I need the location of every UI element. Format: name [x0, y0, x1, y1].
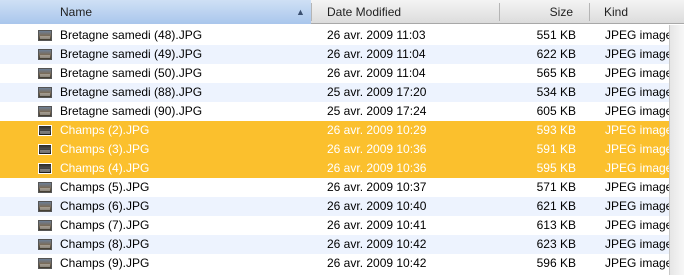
file-kind: JPEG image: [605, 237, 673, 251]
file-row[interactable]: Champs (2).JPG 26 avr. 2009 10:29 593 KB JP…: [0, 121, 684, 140]
date-modified: 26 avr. 2009 11:04: [327, 66, 426, 80]
image-thumbnail-icon: [38, 258, 52, 269]
date-modified: 26 avr. 2009 10:29: [327, 123, 427, 137]
file-row[interactable]: Bretagne samedi (49).JPG 26 avr. 2009 11:…: [0, 45, 684, 64]
file-size: 613 KB: [536, 218, 576, 232]
file-name: Bretagne samedi (48).JPG: [60, 28, 203, 42]
file-kind: JPEG image: [605, 180, 673, 194]
file-name: Champs (5).JPG: [60, 180, 150, 194]
file-name: Champs (3).JPG: [60, 142, 150, 156]
file-kind: JPEG image: [605, 161, 673, 175]
file-name: Bretagne samedi (49).JPG: [60, 47, 203, 61]
file-row[interactable]: Champs (7).JPG 26 avr. 2009 10:41 613 KB JP…: [0, 216, 684, 235]
file-size: 591 KB: [536, 142, 576, 156]
column-header-name-label: Name: [60, 5, 93, 19]
date-modified: 26 avr. 2009 10:40: [327, 199, 427, 213]
image-thumbnail-icon: [38, 68, 52, 79]
file-row[interactable]: Champs (8).JPG 26 avr. 2009 10:42 623 KB JP…: [0, 235, 684, 254]
file-size: 623 KB: [536, 237, 576, 251]
image-thumbnail-icon: [38, 144, 52, 155]
file-kind: JPEG image: [605, 47, 673, 61]
file-row[interactable]: Champs (5).JPG 26 avr. 2009 10:37 571 KB JP…: [0, 178, 684, 197]
file-row[interactable]: Champs (6).JPG 26 avr. 2009 10:40 621 KB JP…: [0, 197, 684, 216]
vertical-scrollbar[interactable]: [669, 25, 684, 275]
column-header-size-label: Size: [549, 5, 573, 19]
file-kind: JPEG image: [605, 256, 673, 270]
column-header-date-modified[interactable]: Date Modified: [312, 0, 499, 24]
file-row[interactable]: Bretagne samedi (48).JPG 26 avr. 2009 11:…: [0, 26, 684, 45]
file-name: Champs (8).JPG: [60, 237, 150, 251]
file-size: 551 KB: [536, 28, 576, 42]
file-kind: JPEG image: [605, 123, 673, 137]
date-modified: 26 avr. 2009 10:42: [327, 237, 427, 251]
file-name: Bretagne samedi (50).JPG: [60, 66, 203, 80]
column-header-kind[interactable]: Kind: [590, 0, 684, 24]
image-thumbnail-icon: [38, 30, 52, 41]
file-kind: JPEG image: [605, 142, 673, 156]
file-row[interactable]: Bretagne samedi (50).JPG 26 avr. 2009 11:…: [0, 64, 684, 83]
file-row[interactable]: Bretagne samedi (90).JPG 25 avr. 2009 17:…: [0, 102, 684, 121]
image-thumbnail-icon: [38, 220, 52, 231]
date-modified: 26 avr. 2009 10:41: [327, 218, 427, 232]
file-name: Champs (4).JPG: [60, 161, 150, 175]
date-modified: 26 avr. 2009 11:04: [327, 47, 426, 61]
file-name: Champs (7).JPG: [60, 218, 150, 232]
file-row[interactable]: Champs (4).JPG 26 avr. 2009 10:36 595 KB JP…: [0, 159, 684, 178]
column-header-date-label: Date Modified: [327, 5, 402, 19]
file-size: 593 KB: [536, 123, 576, 137]
date-modified: 26 avr. 2009 10:36: [327, 161, 427, 175]
date-modified: 26 avr. 2009 10:36: [327, 142, 427, 156]
file-size: 595 KB: [536, 161, 576, 175]
file-name: Champs (9).JPG: [60, 256, 150, 270]
image-thumbnail-icon: [38, 49, 52, 60]
file-size: 605 KB: [536, 104, 576, 118]
column-header-name[interactable]: Name ▲: [0, 0, 311, 24]
image-thumbnail-icon: [38, 87, 52, 98]
file-name: Champs (6).JPG: [60, 199, 150, 213]
file-name: Bretagne samedi (88).JPG: [60, 85, 203, 99]
file-kind: JPEG image: [605, 199, 673, 213]
image-thumbnail-icon: [38, 106, 52, 117]
file-size: 571 KB: [536, 180, 576, 194]
file-name: Bretagne samedi (90).JPG: [60, 104, 203, 118]
image-thumbnail-icon: [38, 182, 52, 193]
file-size: 565 KB: [536, 66, 576, 80]
date-modified: 26 avr. 2009 10:42: [327, 256, 427, 270]
file-size: 621 KB: [536, 199, 576, 213]
file-kind: JPEG image: [605, 218, 673, 232]
image-thumbnail-icon: [38, 163, 52, 174]
date-modified: 26 avr. 2009 11:03: [327, 28, 426, 42]
image-thumbnail-icon: [38, 201, 52, 212]
file-kind: JPEG image: [605, 28, 673, 42]
image-thumbnail-icon: [38, 239, 52, 250]
file-kind: JPEG image: [605, 104, 673, 118]
date-modified: 25 avr. 2009 17:20: [327, 85, 427, 99]
file-row[interactable]: Champs (3).JPG 26 avr. 2009 10:36 591 KB JP…: [0, 140, 684, 159]
date-modified: 25 avr. 2009 17:24: [327, 104, 427, 118]
column-header-kind-label: Kind: [604, 5, 629, 19]
file-size: 534 KB: [536, 85, 576, 99]
file-row[interactable]: Bretagne samedi (88).JPG 25 avr. 2009 17:…: [0, 83, 684, 102]
file-row[interactable]: Champs (9).JPG 26 avr. 2009 10:42 596 KB JP…: [0, 254, 684, 273]
image-thumbnail-icon: [38, 125, 52, 136]
date-modified: 26 avr. 2009 10:37: [327, 180, 427, 194]
file-size: 622 KB: [536, 47, 576, 61]
file-kind: JPEG image: [605, 66, 673, 80]
sort-ascending-icon: ▲: [296, 7, 305, 17]
file-name: Champs (2).JPG: [60, 123, 150, 137]
column-header-bar: Name ▲ Date Modified Size Kind: [0, 0, 684, 24]
column-header-size[interactable]: Size: [500, 0, 589, 24]
file-size: 596 KB: [536, 256, 576, 270]
file-kind: JPEG image: [605, 85, 673, 99]
